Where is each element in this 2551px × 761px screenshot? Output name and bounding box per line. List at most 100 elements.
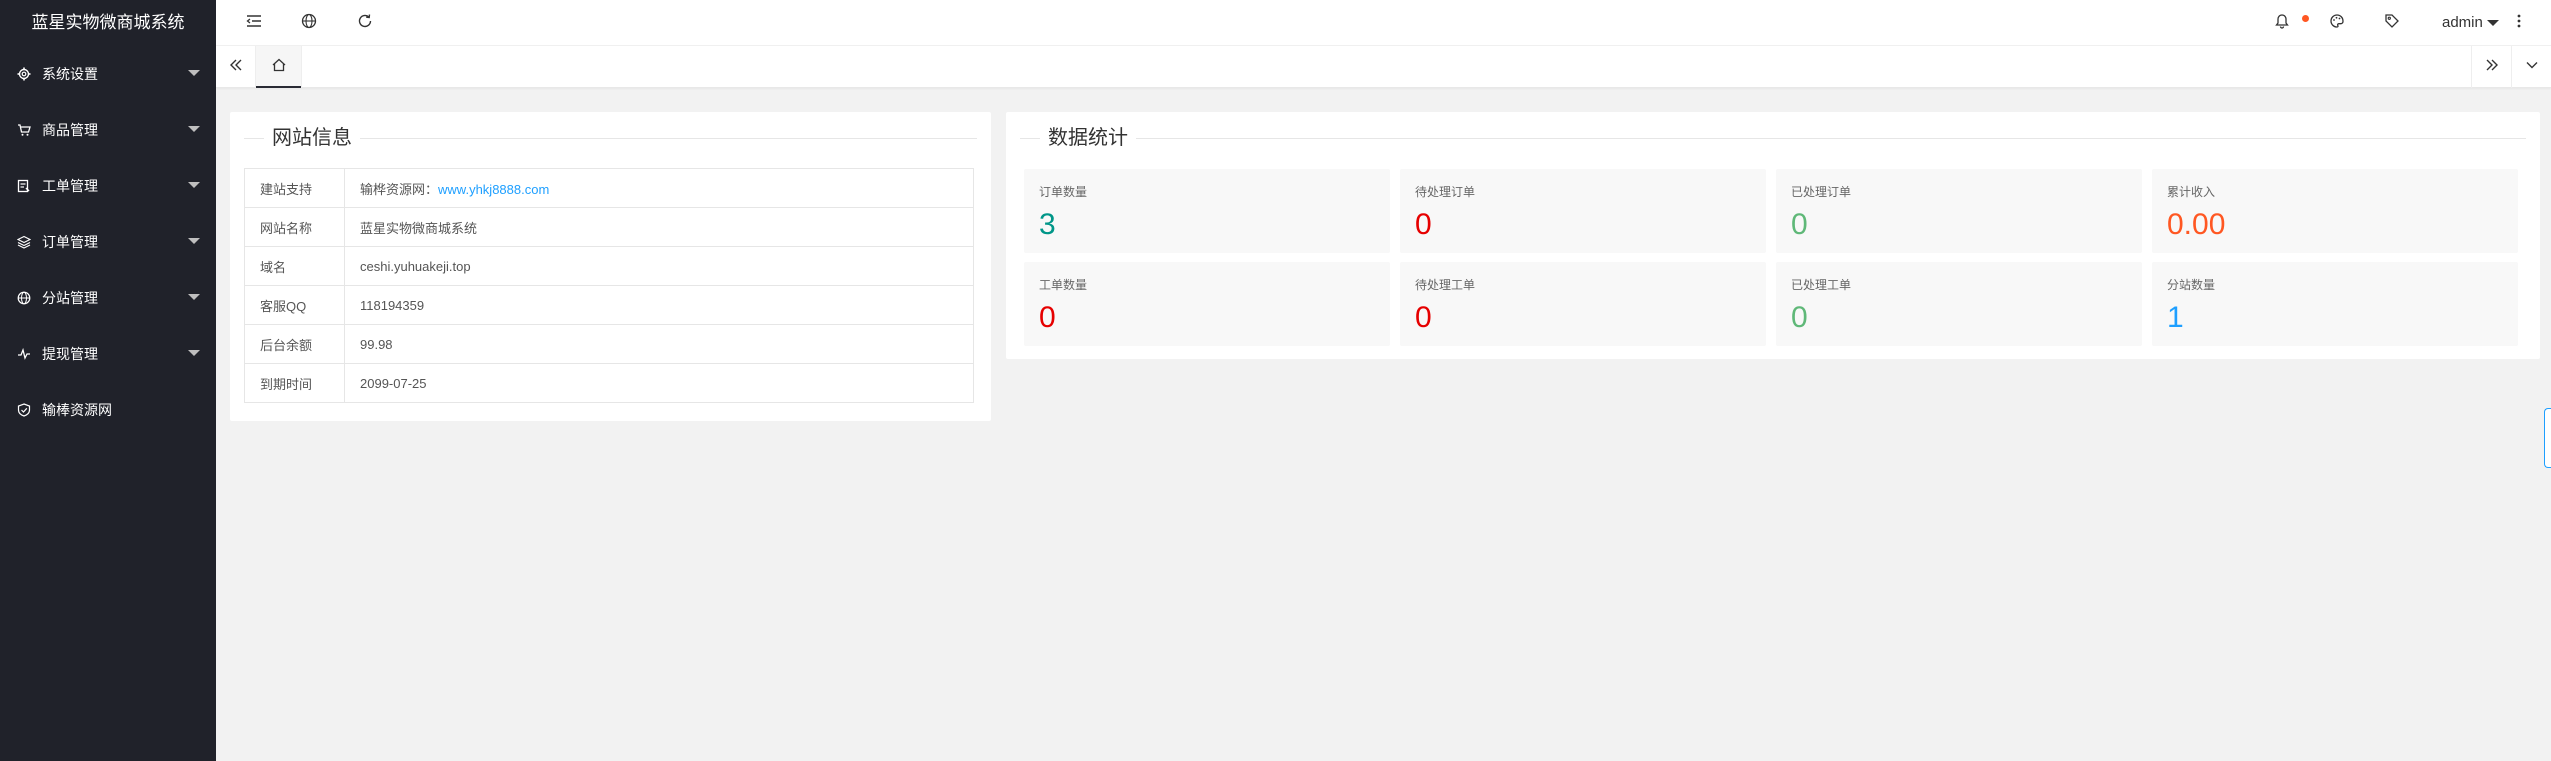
sidebar-item-system-settings[interactable]: 系统设置 bbox=[0, 46, 216, 102]
stat-processed-orders: 已处理订单 0 bbox=[1776, 169, 2142, 253]
site-info-table: 建站支持 输桦资源网：www.yhkj8888.com 网站名称 蓝星实物微商城… bbox=[244, 168, 974, 403]
caret-down-icon bbox=[2486, 20, 2499, 27]
stat-substation-count: 分站数量 1 bbox=[2152, 262, 2518, 346]
stat-label: 待处理工单 bbox=[1415, 278, 1476, 292]
sidebar-item-ticket-management[interactable]: 工单管理 bbox=[0, 158, 216, 214]
stat-label: 累计收入 bbox=[2167, 185, 2216, 199]
sidebar-item-label: 分站管理 bbox=[42, 290, 98, 306]
stat-value: 0 bbox=[1791, 301, 1808, 334]
table-cell-value: ceshi.yuhuakeji.top bbox=[344, 246, 974, 286]
frontend-site-button[interactable] bbox=[286, 0, 332, 46]
table-row: 后台余额 99.98 bbox=[244, 324, 974, 364]
stat-processed-tickets: 已处理工单 0 bbox=[1776, 262, 2142, 346]
sidebar-item-order-management[interactable]: 订单管理 bbox=[0, 214, 216, 270]
title-divider bbox=[1020, 138, 2526, 139]
pulse-icon bbox=[16, 346, 32, 362]
stat-pending-orders: 待处理订单 0 bbox=[1400, 169, 1766, 253]
caret-down-icon bbox=[188, 238, 200, 244]
sidebar-item-resource-site[interactable]: 输棒资源网 bbox=[0, 382, 216, 438]
chevron-down-icon bbox=[2525, 58, 2539, 77]
theme-button[interactable] bbox=[2314, 0, 2360, 46]
sidebar-item-label: 工单管理 bbox=[42, 178, 98, 194]
stat-value: 0 bbox=[1791, 208, 1808, 241]
table-cell-value: 118194359 bbox=[344, 285, 974, 325]
sidebar-item-product-management[interactable]: 商品管理 bbox=[0, 102, 216, 158]
stat-value: 3 bbox=[1039, 208, 1056, 241]
sidebar: 蓝星实物微商城系统 系统设置 商品管理 工单管理 订单管理 分站管理 提现管理 … bbox=[0, 0, 216, 761]
more-options-button[interactable] bbox=[2505, 0, 2533, 46]
table-row: 到期时间 2099-07-25 bbox=[244, 363, 974, 403]
toggle-sidebar-button[interactable] bbox=[231, 0, 277, 46]
support-link[interactable]: www.yhkj8888.com bbox=[438, 182, 549, 197]
sidebar-item-label: 订单管理 bbox=[42, 234, 98, 250]
sidebar-item-withdrawal-management[interactable]: 提现管理 bbox=[0, 326, 216, 382]
stat-total-income: 累计收入 0.00 bbox=[2152, 169, 2518, 253]
floating-side-tab[interactable] bbox=[2544, 408, 2551, 468]
double-chevron-right-icon bbox=[2485, 58, 2499, 77]
sidebar-item-label: 提现管理 bbox=[42, 346, 98, 362]
palette-icon bbox=[2329, 13, 2345, 34]
notifications-button[interactable] bbox=[2259, 0, 2305, 46]
caret-down-icon bbox=[188, 182, 200, 188]
refresh-button[interactable] bbox=[342, 0, 388, 46]
sidebar-menu: 系统设置 商品管理 工单管理 订单管理 分站管理 提现管理 输棒资源网 bbox=[0, 46, 216, 438]
support-prefix: 输桦资源网： bbox=[360, 181, 439, 197]
table-row: 网站名称 蓝星实物微商城系统 bbox=[244, 207, 974, 247]
ticket-icon bbox=[16, 178, 32, 194]
stat-value: 1 bbox=[2167, 301, 2184, 334]
site-info-card-header: 网站信息 bbox=[244, 126, 977, 150]
tag-button[interactable] bbox=[2369, 0, 2415, 46]
tag-icon bbox=[2384, 13, 2400, 34]
table-cell-value: 蓝星实物微商城系统 bbox=[344, 207, 974, 247]
table-cell-key: 后台余额 bbox=[244, 324, 345, 364]
stats-card-header: 数据统计 bbox=[1020, 126, 2526, 150]
shield-icon bbox=[16, 402, 32, 418]
tabs-scroll-left-button[interactable] bbox=[216, 46, 256, 88]
tabs-scroll-right-button[interactable] bbox=[2471, 46, 2511, 88]
bell-icon bbox=[2274, 13, 2290, 34]
table-cell-key: 到期时间 bbox=[244, 363, 345, 403]
caret-down-icon bbox=[188, 126, 200, 132]
user-menu[interactable]: admin bbox=[2442, 0, 2499, 46]
user-name: admin bbox=[2442, 14, 2483, 31]
home-icon bbox=[271, 57, 287, 78]
menu-fold-icon bbox=[246, 14, 262, 33]
sidebar-item-label: 输棒资源网 bbox=[42, 402, 112, 418]
stat-value: 0.00 bbox=[2167, 208, 2226, 241]
site-info-title: 网站信息 bbox=[264, 126, 360, 150]
more-vertical-icon bbox=[2517, 14, 2521, 33]
cart-icon bbox=[16, 122, 32, 138]
globe-icon bbox=[16, 290, 32, 306]
top-header: admin bbox=[216, 0, 2551, 46]
tab-home[interactable] bbox=[256, 46, 302, 88]
table-cell-key: 客服QQ bbox=[244, 285, 345, 325]
table-cell-key: 域名 bbox=[244, 246, 345, 286]
table-cell-key: 网站名称 bbox=[244, 207, 345, 247]
tabs-operations-dropdown[interactable] bbox=[2511, 46, 2551, 88]
table-cell-value: 99.98 bbox=[344, 324, 974, 364]
stat-pending-tickets: 待处理工单 0 bbox=[1400, 262, 1766, 346]
stat-ticket-count: 工单数量 0 bbox=[1024, 262, 1390, 346]
stat-value: 0 bbox=[1039, 301, 1056, 334]
caret-down-icon bbox=[188, 350, 200, 356]
stat-label: 订单数量 bbox=[1039, 185, 1088, 199]
tabs-bar bbox=[216, 46, 2551, 88]
notification-badge bbox=[2302, 15, 2309, 22]
stat-label: 待处理订单 bbox=[1415, 185, 1476, 199]
gear-icon bbox=[16, 66, 32, 82]
sidebar-item-substation-management[interactable]: 分站管理 bbox=[0, 270, 216, 326]
stats-card: 数据统计 订单数量 3 待处理订单 0 已处理订单 0 累计收入 0.00 工单… bbox=[1006, 112, 2540, 359]
stats-title: 数据统计 bbox=[1040, 126, 1136, 150]
double-chevron-left-icon bbox=[229, 58, 243, 77]
stat-label: 已处理工单 bbox=[1791, 278, 1852, 292]
sidebar-item-label: 系统设置 bbox=[42, 66, 98, 82]
stat-label: 分站数量 bbox=[2167, 278, 2216, 292]
table-cell-value: 输桦资源网：www.yhkj8888.com bbox=[344, 168, 974, 208]
caret-down-icon bbox=[188, 70, 200, 76]
table-row: 客服QQ 118194359 bbox=[244, 285, 974, 325]
app-logo-title[interactable]: 蓝星实物微商城系统 bbox=[0, 0, 216, 46]
refresh-icon bbox=[357, 13, 373, 34]
stat-label: 工单数量 bbox=[1039, 278, 1088, 292]
globe-icon bbox=[301, 13, 317, 34]
sidebar-item-label: 商品管理 bbox=[42, 122, 98, 138]
